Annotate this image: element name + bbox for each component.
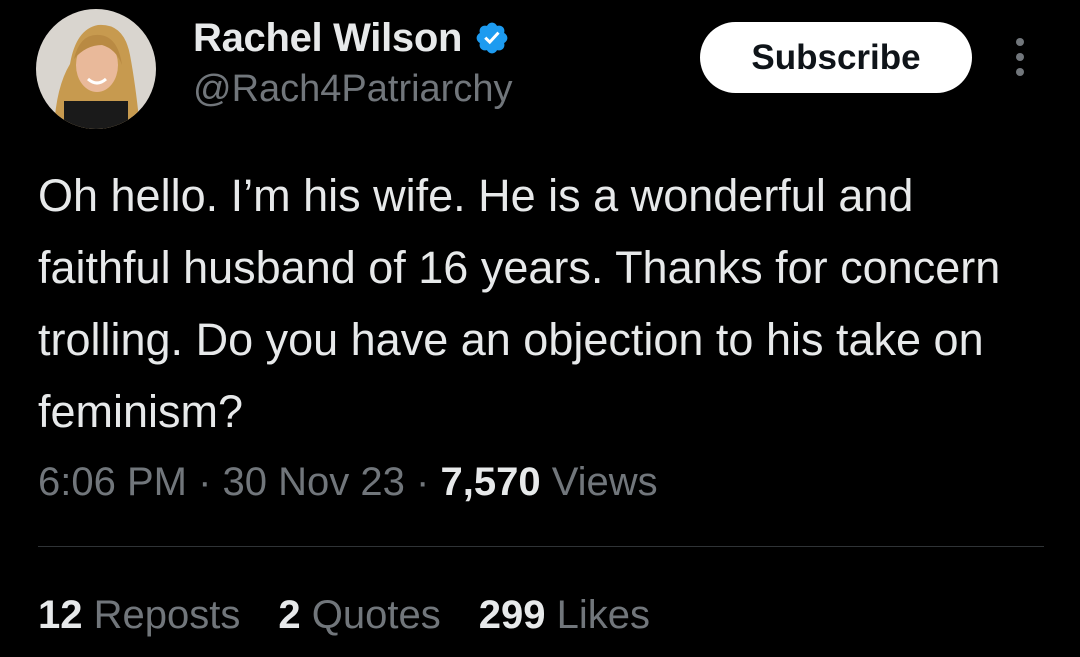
tweet-time[interactable]: 6:06 PM	[38, 460, 187, 504]
engagement-stats: 12 Reposts 2 Quotes 299 Likes	[38, 593, 688, 638]
quotes-stat[interactable]: 2 Quotes	[278, 593, 440, 638]
subscribe-button[interactable]: Subscribe	[700, 22, 972, 93]
quotes-label: Quotes	[311, 593, 441, 637]
tweet-date[interactable]: 30 Nov 23	[223, 460, 405, 504]
author-display-name[interactable]: Rachel Wilson	[193, 16, 462, 61]
more-vertical-icon[interactable]	[1003, 37, 1037, 77]
reposts-count: 12	[38, 593, 83, 637]
views-label: Views	[551, 460, 658, 504]
author-handle[interactable]: @Rach4Patriarchy	[193, 68, 512, 111]
meta-separator: ·	[416, 460, 430, 504]
reposts-stat[interactable]: 12 Reposts	[38, 593, 240, 638]
quotes-count: 2	[278, 593, 301, 637]
avatar[interactable]	[36, 9, 156, 129]
likes-stat[interactable]: 299 Likes	[479, 593, 650, 638]
likes-count: 299	[478, 593, 546, 637]
verified-badge-icon[interactable]	[474, 20, 510, 56]
tweet-meta: 6:06 PM · 30 Nov 23 · 7,570 Views	[38, 460, 658, 505]
meta-separator: ·	[198, 460, 212, 504]
author-name-row: Rachel Wilson	[193, 14, 510, 62]
likes-label: Likes	[556, 593, 650, 637]
divider	[38, 546, 1044, 547]
views-count: 7,570	[440, 460, 541, 504]
tweet-text: Oh hello. I’m his wife. He is a wonderfu…	[38, 170, 1001, 437]
reposts-label: Reposts	[93, 593, 241, 637]
